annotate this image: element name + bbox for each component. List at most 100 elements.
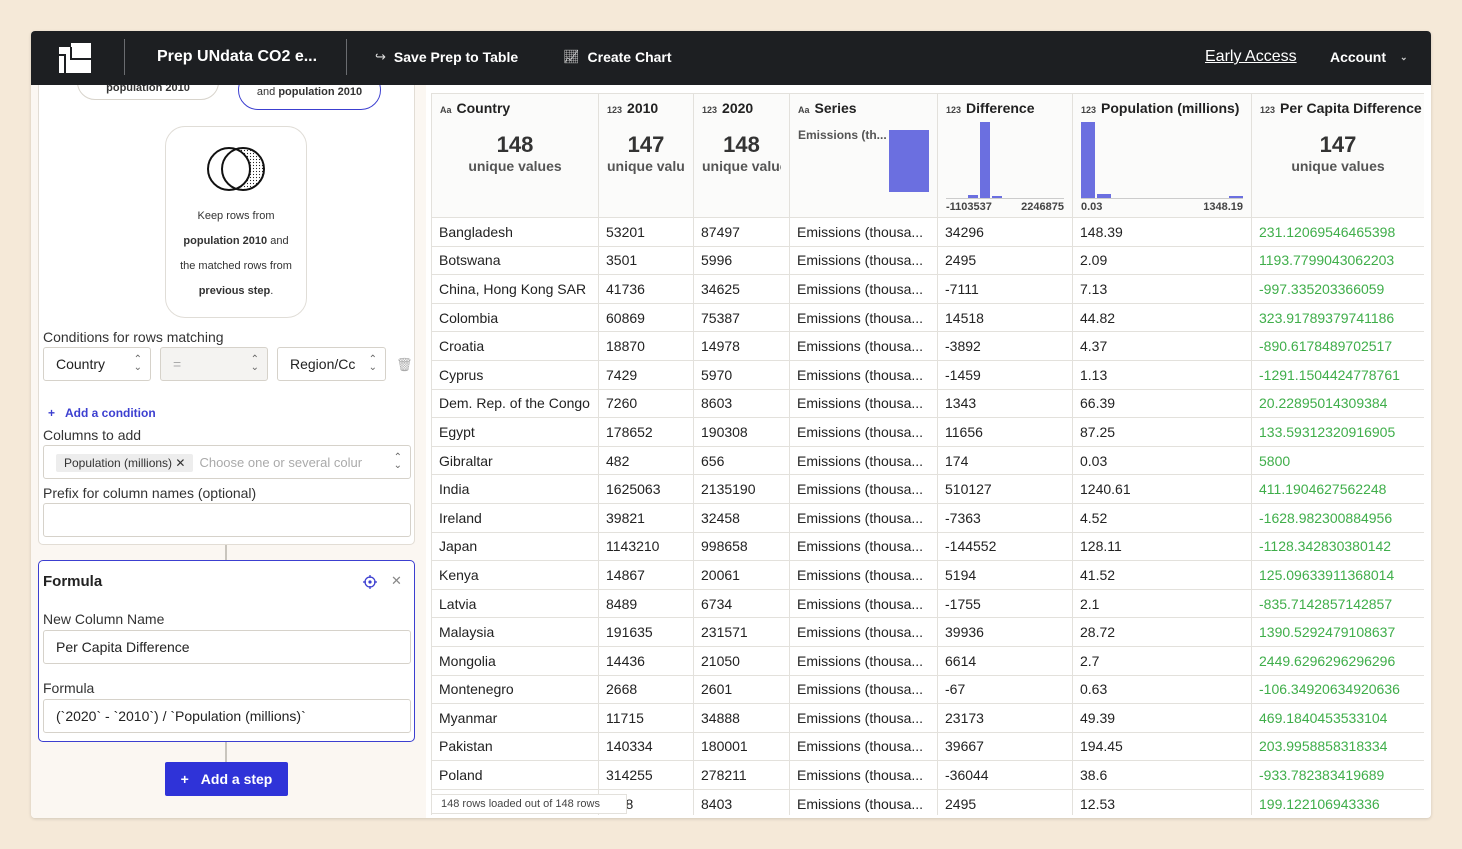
close-icon[interactable]: ✕	[175, 456, 185, 470]
table-cell[interactable]: Emissions (thousa...	[789, 617, 938, 647]
table-cell[interactable]: -835.7142857142857	[1251, 588, 1424, 619]
table-cell[interactable]: -3892	[937, 331, 1073, 361]
table-cell[interactable]: 49.39	[1072, 703, 1252, 733]
column-tag[interactable]: Population (millions) ✕	[56, 454, 194, 472]
table-cell[interactable]: Emissions (thousa...	[789, 674, 938, 705]
target-icon[interactable]	[363, 575, 377, 589]
table-cell[interactable]: 44.82	[1072, 302, 1252, 333]
condition-left-select[interactable]: Country ⌃ ⌄	[43, 347, 151, 381]
app-logo-icon[interactable]	[57, 41, 93, 75]
table-cell[interactable]: Emissions (thousa...	[789, 417, 938, 447]
table-cell[interactable]: Egypt	[431, 417, 599, 447]
table-cell[interactable]: 469.1840453533104	[1251, 703, 1424, 733]
table-cell[interactable]: 11656	[937, 417, 1073, 447]
table-cell[interactable]: Japan	[431, 531, 599, 562]
table-cell[interactable]: Bangladesh	[431, 217, 599, 247]
table-cell[interactable]: 11715	[598, 703, 694, 733]
table-cell[interactable]: Montenegro	[431, 674, 599, 705]
table-cell[interactable]: 140334	[598, 731, 694, 762]
table-cell[interactable]: 998658	[693, 531, 790, 562]
table-cell[interactable]: Kenya	[431, 560, 599, 590]
table-cell[interactable]: China, Hong Kong SAR	[431, 274, 599, 304]
table-cell[interactable]: 411.1904627562248	[1251, 474, 1424, 504]
column-header-2020[interactable]: 123 2020 148unique values	[693, 93, 790, 218]
table-row[interactable]: China, Hong Kong SAR 41736 34625 Emissions …	[431, 274, 1424, 304]
table-cell[interactable]: 6734	[693, 588, 790, 619]
table-cell[interactable]: -144552	[937, 531, 1073, 562]
table-cell[interactable]: -7363	[937, 502, 1073, 533]
table-row[interactable]: India 1625063 2135190 Emissions (thousa... 5…	[431, 474, 1424, 504]
table-cell[interactable]: Emissions (thousa...	[789, 302, 938, 333]
table-cell[interactable]: 87.25	[1072, 417, 1252, 447]
table-cell[interactable]: 41.52	[1072, 560, 1252, 590]
table-cell[interactable]: 191635	[598, 617, 694, 647]
table-cell[interactable]: Emissions (thousa...	[789, 388, 938, 419]
table-cell[interactable]: 41736	[598, 274, 694, 304]
table-cell[interactable]: 5996	[693, 245, 790, 276]
column-header-series[interactable]: Aa Series Emissions (th...	[789, 93, 938, 218]
table-cell[interactable]: 21050	[693, 645, 790, 676]
table-cell[interactable]: 5800	[1251, 445, 1424, 476]
account-menu[interactable]: Account ⌄	[1330, 49, 1408, 65]
table-cell[interactable]: 8403	[693, 788, 790, 815]
table-cell[interactable]: Latvia	[431, 588, 599, 619]
formula-input[interactable]: (`2020` - `2010`) / `Population (million…	[43, 699, 411, 733]
table-cell[interactable]: 20.22895014309384	[1251, 388, 1424, 419]
table-cell[interactable]: Emissions (thousa...	[789, 645, 938, 676]
table-row[interactable]: Colombia 60869 75387 Emissions (thousa... 14…	[431, 302, 1424, 333]
table-cell[interactable]: 7.13	[1072, 274, 1252, 304]
table-cell[interactable]: 2495	[937, 788, 1073, 815]
table-cell[interactable]: -7111	[937, 274, 1073, 304]
table-cell[interactable]: -1291.1504424778761	[1251, 359, 1424, 390]
join-target-pill[interactable]: and population 2010	[238, 85, 381, 110]
table-cell[interactable]: 656	[693, 445, 790, 476]
save-prep-button[interactable]: ↪ Save Prep to Table	[375, 49, 518, 65]
table-cell[interactable]: 23173	[937, 703, 1073, 733]
table-row[interactable]: Egypt 178652 190308 Emissions (thousa... 116…	[431, 417, 1424, 447]
table-row[interactable]: Bangladesh 53201 87497 Emissions (thousa...…	[431, 217, 1424, 247]
table-cell[interactable]: 4.37	[1072, 331, 1252, 361]
table-cell[interactable]: Emissions (thousa...	[789, 474, 938, 504]
table-cell[interactable]: 0.63	[1072, 674, 1252, 705]
table-cell[interactable]: 231.12069546465398	[1251, 217, 1424, 247]
table-row[interactable]: Dem. Rep. of the Congo 7260 8603 Emissions …	[431, 388, 1424, 419]
table-cell[interactable]: Emissions (thousa...	[789, 703, 938, 733]
table-cell[interactable]: 278211	[693, 760, 790, 790]
table-cell[interactable]: 314255	[598, 760, 694, 790]
table-cell[interactable]: Myanmar	[431, 703, 599, 733]
prep-title[interactable]: Prep UNdata CO2 e...	[157, 48, 317, 66]
table-cell[interactable]: Emissions (thousa...	[789, 274, 938, 304]
table-cell[interactable]: 1390.5292479108637	[1251, 617, 1424, 647]
table-cell[interactable]: 4.52	[1072, 502, 1252, 533]
table-cell[interactable]: 38.6	[1072, 760, 1252, 790]
table-cell[interactable]: 75387	[693, 302, 790, 333]
table-cell[interactable]: Croatia	[431, 331, 599, 361]
table-row[interactable]: Kenya 14867 20061 Emissions (thousa... 5194 4…	[431, 560, 1424, 590]
table-cell[interactable]: -1459	[937, 359, 1073, 390]
table-cell[interactable]: Emissions (thousa...	[789, 502, 938, 533]
table-cell[interactable]: 1343	[937, 388, 1073, 419]
table-cell[interactable]: Emissions (thousa...	[789, 788, 938, 815]
table-cell[interactable]: 194.45	[1072, 731, 1252, 762]
table-cell[interactable]: Poland	[431, 760, 599, 790]
add-step-button[interactable]: + Add a step	[165, 762, 288, 796]
table-cell[interactable]: 87497	[693, 217, 790, 247]
table-cell[interactable]: Emissions (thousa...	[789, 217, 938, 247]
table-cell[interactable]: 2495	[937, 245, 1073, 276]
table-row[interactable]: Cyprus 7429 5970 Emissions (thousa... -1459 1…	[431, 359, 1424, 390]
add-condition-button[interactable]: + Add a condition	[48, 406, 156, 420]
table-cell[interactable]: 199.122106943336	[1251, 788, 1424, 815]
table-cell[interactable]: 5970	[693, 359, 790, 390]
table-cell[interactable]: 2.1	[1072, 588, 1252, 619]
table-cell[interactable]: 39936	[937, 617, 1073, 647]
prefix-input[interactable]	[43, 503, 411, 537]
column-header-per-capita-difference[interactable]: 123 Per Capita Difference 147 unique value…	[1251, 93, 1424, 218]
table-row[interactable]: Ireland 39821 32458 Emissions (thousa... -73…	[431, 502, 1424, 533]
table-cell[interactable]: 125.09633911368014	[1251, 560, 1424, 590]
table-cell[interactable]: 2601	[693, 674, 790, 705]
table-cell[interactable]: 203.9958858318334	[1251, 731, 1424, 762]
column-header-population[interactable]: 123 Population (millions) 0.03 1348.19	[1072, 93, 1252, 218]
table-cell[interactable]: 32458	[693, 502, 790, 533]
join-type-card[interactable]: Keep rows from population 2010 and the m…	[165, 126, 307, 318]
early-access-link[interactable]: Early Access	[1205, 48, 1297, 66]
